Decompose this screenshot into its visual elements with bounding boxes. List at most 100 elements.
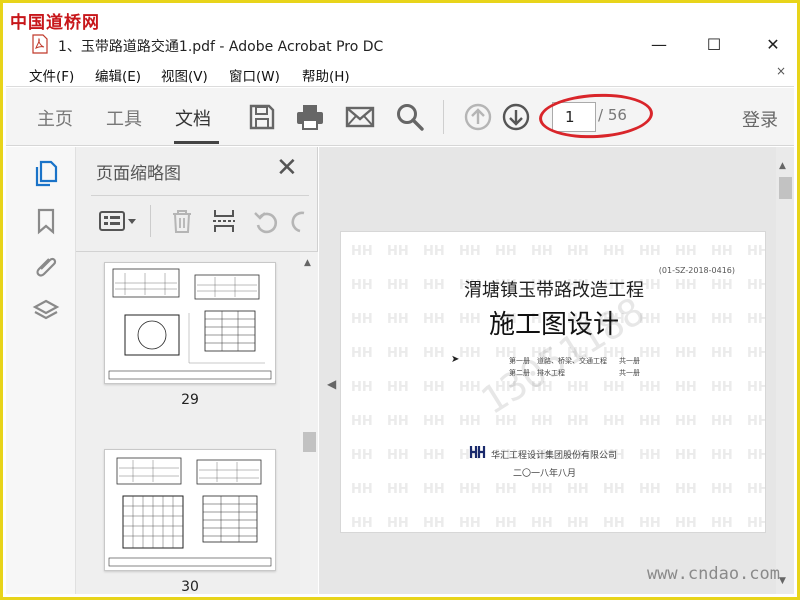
navigation-rail <box>6 147 76 594</box>
background-mark: HH <box>531 414 553 429</box>
search-icon[interactable] <box>394 101 426 133</box>
thumbnail-page-number: 30 <box>181 579 199 594</box>
background-mark: HH <box>711 414 733 429</box>
mail-icon[interactable] <box>344 101 376 133</box>
background-mark: HH <box>711 346 733 361</box>
background-mark: HH <box>459 516 481 531</box>
background-mark: HH <box>639 414 661 429</box>
thumbnail-page-30[interactable] <box>104 449 276 571</box>
document-project-title: 渭塘镇玉带路改造工程 <box>464 280 644 301</box>
volume-2-count: 共一册 <box>619 369 640 377</box>
page-up-icon[interactable] <box>462 101 494 133</box>
background-mark: HH <box>459 482 481 497</box>
close-panel-button[interactable]: ✕ <box>276 155 298 181</box>
menu-help[interactable]: 帮助(H) <box>302 65 350 85</box>
maximize-button[interactable]: ☐ <box>701 32 727 58</box>
panel-divider <box>91 195 309 196</box>
thumbnail-page-29[interactable] <box>104 262 276 384</box>
thumbnail-drawing <box>108 268 272 380</box>
background-mark: HH <box>531 516 553 531</box>
background-mark: HH <box>711 448 733 463</box>
scroll-down-arrow-icon[interactable]: ▼ <box>779 576 786 586</box>
active-tab-indicator <box>174 141 219 144</box>
page-thumbnails-icon[interactable] <box>32 159 60 187</box>
background-mark: HH <box>351 380 373 395</box>
extract-icon[interactable] <box>210 207 238 235</box>
background-mark: HH <box>639 244 661 259</box>
background-mark: HH <box>387 448 409 463</box>
save-icon[interactable] <box>246 101 278 133</box>
background-mark: HH <box>351 516 373 531</box>
redo-icon[interactable] <box>290 207 310 235</box>
collapse-panel-arrow-icon[interactable]: ◀ <box>327 377 336 391</box>
bookmark-icon[interactable] <box>32 207 60 235</box>
background-mark: HH <box>747 516 765 531</box>
tab-tools[interactable]: 工具 <box>106 105 142 131</box>
login-button[interactable]: 登录 <box>742 106 778 132</box>
scroll-up-arrow-icon[interactable]: ▲ <box>304 258 311 268</box>
undo-icon[interactable] <box>252 207 280 235</box>
page-down-icon[interactable] <box>500 101 532 133</box>
delete-icon[interactable] <box>168 207 196 235</box>
layers-icon[interactable] <box>32 297 60 325</box>
menu-file[interactable]: 文件(F) <box>29 65 74 85</box>
background-mark: HH <box>423 482 445 497</box>
pdf-file-icon <box>32 34 48 54</box>
close-window-button[interactable]: ✕ <box>760 32 786 58</box>
close-document-button[interactable]: × <box>776 64 786 78</box>
background-mark: HH <box>675 516 697 531</box>
document-scrollbar-thumb[interactable] <box>779 177 792 199</box>
background-mark: HH <box>675 482 697 497</box>
attachment-icon[interactable] <box>32 251 60 279</box>
background-mark: HH <box>675 380 697 395</box>
document-scrollbar[interactable]: ▲ ▼ <box>776 147 794 594</box>
thumbnail-page-number: 29 <box>181 392 199 408</box>
background-mark: HH <box>711 380 733 395</box>
background-mark: HH <box>387 482 409 497</box>
background-mark: HH <box>747 448 765 463</box>
background-mark: HH <box>387 414 409 429</box>
background-mark: HH <box>495 244 517 259</box>
background-mark: HH <box>603 380 625 395</box>
tab-document[interactable]: 文档 <box>175 105 211 131</box>
background-mark: HH <box>711 516 733 531</box>
document-view: ◀ HH HH HH HH HH HH HH HH HH HH HH H H H H H H H H H H H H H H H H… <box>319 147 794 594</box>
background-mark: HH <box>675 346 697 361</box>
background-mark: HH <box>567 414 589 429</box>
background-mark: HH <box>351 482 373 497</box>
options-menu-icon[interactable] <box>98 207 138 235</box>
background-mark: HH <box>639 346 661 361</box>
background-mark: HH <box>351 448 373 463</box>
menu-bar: 文件(F) 编辑(E) 视图(V) 窗口(W) 帮助(H) × <box>6 61 794 87</box>
background-mark: HH <box>387 244 409 259</box>
background-mark: HH <box>423 380 445 395</box>
highlight-annotation-ellipse <box>537 91 655 141</box>
background-mark: HH <box>351 414 373 429</box>
toolbar-separator <box>443 100 444 134</box>
tab-home[interactable]: 主页 <box>37 105 73 131</box>
background-mark: HH <box>675 448 697 463</box>
background-mark: HH <box>747 244 765 259</box>
background-mark: HH <box>423 448 445 463</box>
document-code: (01-SZ-2018-0416) <box>658 266 735 275</box>
background-mark: HH <box>423 346 445 361</box>
background-mark: HH <box>747 482 765 497</box>
background-mark: HH <box>351 346 373 361</box>
background-mark: HH <box>387 380 409 395</box>
background-mark: HH <box>675 244 697 259</box>
thumbnail-scrollbar[interactable]: ▲ <box>300 252 318 594</box>
menu-view[interactable]: 视图(V) <box>161 65 208 85</box>
minimize-button[interactable]: — <box>646 32 672 58</box>
background-mark: HH <box>603 244 625 259</box>
background-mark: HH <box>603 516 625 531</box>
thumbnail-scrollbar-thumb[interactable] <box>303 432 316 452</box>
menu-edit[interactable]: 编辑(E) <box>95 65 141 85</box>
thumbnails-panel: 页面缩略图 ✕ 29 30 ▲ <box>76 147 318 594</box>
menu-window[interactable]: 窗口(W) <box>229 65 280 85</box>
scroll-up-arrow-icon[interactable]: ▲ <box>779 161 786 171</box>
print-icon[interactable] <box>294 101 326 133</box>
background-mark: HH <box>711 482 733 497</box>
main-toolbar: 主页 工具 文档 1 / 56 登录 <box>6 88 794 146</box>
background-mark: HH <box>423 244 445 259</box>
background-mark: HH <box>459 244 481 259</box>
